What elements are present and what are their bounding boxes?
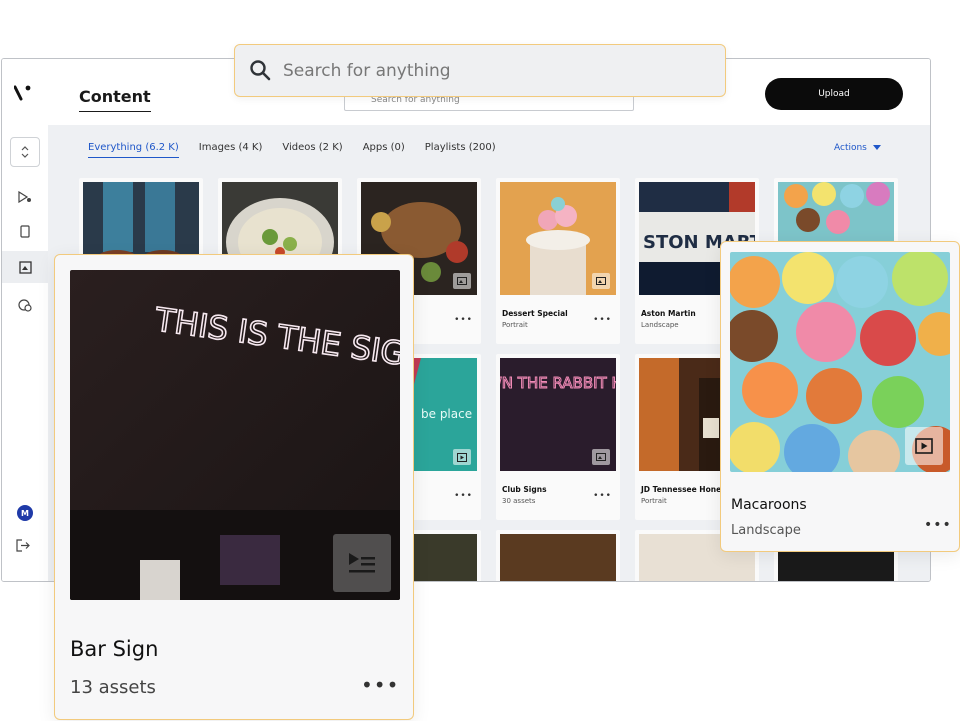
content-card[interactable]: DOWN THE RABBIT HOLE Club Signs 30 asset…: [496, 354, 620, 520]
chevron-updown-icon: [21, 146, 29, 158]
card-title: Dessert Special: [502, 309, 568, 318]
card-more-button[interactable]: •••: [454, 491, 473, 501]
featured-card-bar-sign[interactable]: THIS IS THE SIGN YOU'VE BEEN LOOKING FOR…: [54, 254, 414, 720]
content-card[interactable]: [496, 530, 620, 581]
video-type-icon: [453, 449, 471, 465]
thumbnail-bar-shelf: [500, 534, 616, 581]
playlist-type-icon: [333, 534, 391, 592]
featured-card-subtitle: Landscape: [731, 523, 801, 538]
featured-card-macaroons[interactable]: Macaroons Landscape •••: [720, 241, 960, 552]
screenshot-stage: M Content Search for anything Upload Eve…: [0, 0, 960, 721]
caret-down-icon: [872, 145, 881, 150]
card-title: Aston Martin: [641, 309, 696, 318]
search-placeholder: Search for anything: [283, 61, 451, 81]
content-icon: [18, 260, 32, 274]
featured-card-title: Macaroons: [731, 497, 807, 513]
schedule-icon: [18, 298, 32, 312]
tab-everything[interactable]: Everything (6.2 K): [88, 142, 179, 158]
device-icon: [20, 224, 30, 238]
card-subtitle: Portrait: [641, 497, 667, 505]
page-title: Content: [79, 87, 151, 112]
upload-button[interactable]: Upload: [765, 78, 903, 110]
thumbnail-club-sign: DOWN THE RABBIT HOLE: [500, 358, 616, 471]
thumbnail-dessert: [500, 182, 616, 295]
image-type-icon: [453, 273, 471, 289]
logout-icon: [16, 539, 30, 552]
left-rail: M: [2, 59, 48, 581]
featured-card-subtitle: 13 assets: [70, 677, 156, 698]
media-icon: [18, 191, 31, 203]
card-more-button[interactable]: •••: [593, 491, 612, 501]
user-avatar[interactable]: M: [17, 505, 33, 521]
image-type-icon: [592, 273, 610, 289]
tab-videos[interactable]: Videos (2 K): [282, 142, 342, 158]
video-type-icon: [905, 427, 943, 465]
card-more-button[interactable]: •••: [361, 673, 399, 697]
card-subtitle: Landscape: [641, 321, 679, 329]
search-icon: [250, 60, 271, 81]
app-logo[interactable]: [13, 83, 36, 107]
card-more-button[interactable]: •••: [454, 315, 473, 325]
logout-button[interactable]: [16, 539, 30, 556]
rail-item-schedules[interactable]: [2, 289, 48, 321]
card-more-button[interactable]: •••: [924, 517, 952, 533]
actions-dropdown[interactable]: Actions: [834, 143, 881, 153]
filter-tabs: Everything (6.2 K) Images (4 K) Videos (…: [88, 142, 496, 158]
tab-apps[interactable]: Apps (0): [363, 142, 405, 158]
logo-mark-icon: [13, 85, 31, 101]
search-input[interactable]: Search for anything: [234, 44, 726, 97]
rail-collapse-toggle[interactable]: [10, 137, 40, 167]
rail-item-media[interactable]: [2, 181, 48, 213]
teal-sign-text: be place: [421, 407, 472, 421]
card-subtitle: Portrait: [502, 321, 528, 329]
card-more-button[interactable]: •••: [593, 315, 612, 325]
featured-card-title: Bar Sign: [70, 637, 159, 661]
club-sign-text: DOWN THE RABBIT HOLE: [500, 374, 616, 392]
rail-item-content[interactable]: [2, 251, 48, 283]
actions-label: Actions: [834, 143, 867, 153]
rail-item-devices[interactable]: [2, 215, 48, 247]
card-subtitle: 30 assets: [502, 497, 536, 505]
card-title: JD Tennessee Honey: [641, 485, 727, 494]
card-title: Club Signs: [502, 485, 547, 494]
image-type-icon: [592, 449, 610, 465]
content-card[interactable]: Dessert Special Portrait •••: [496, 178, 620, 344]
tab-images[interactable]: Images (4 K): [199, 142, 263, 158]
tab-playlists[interactable]: Playlists (200): [425, 142, 496, 158]
